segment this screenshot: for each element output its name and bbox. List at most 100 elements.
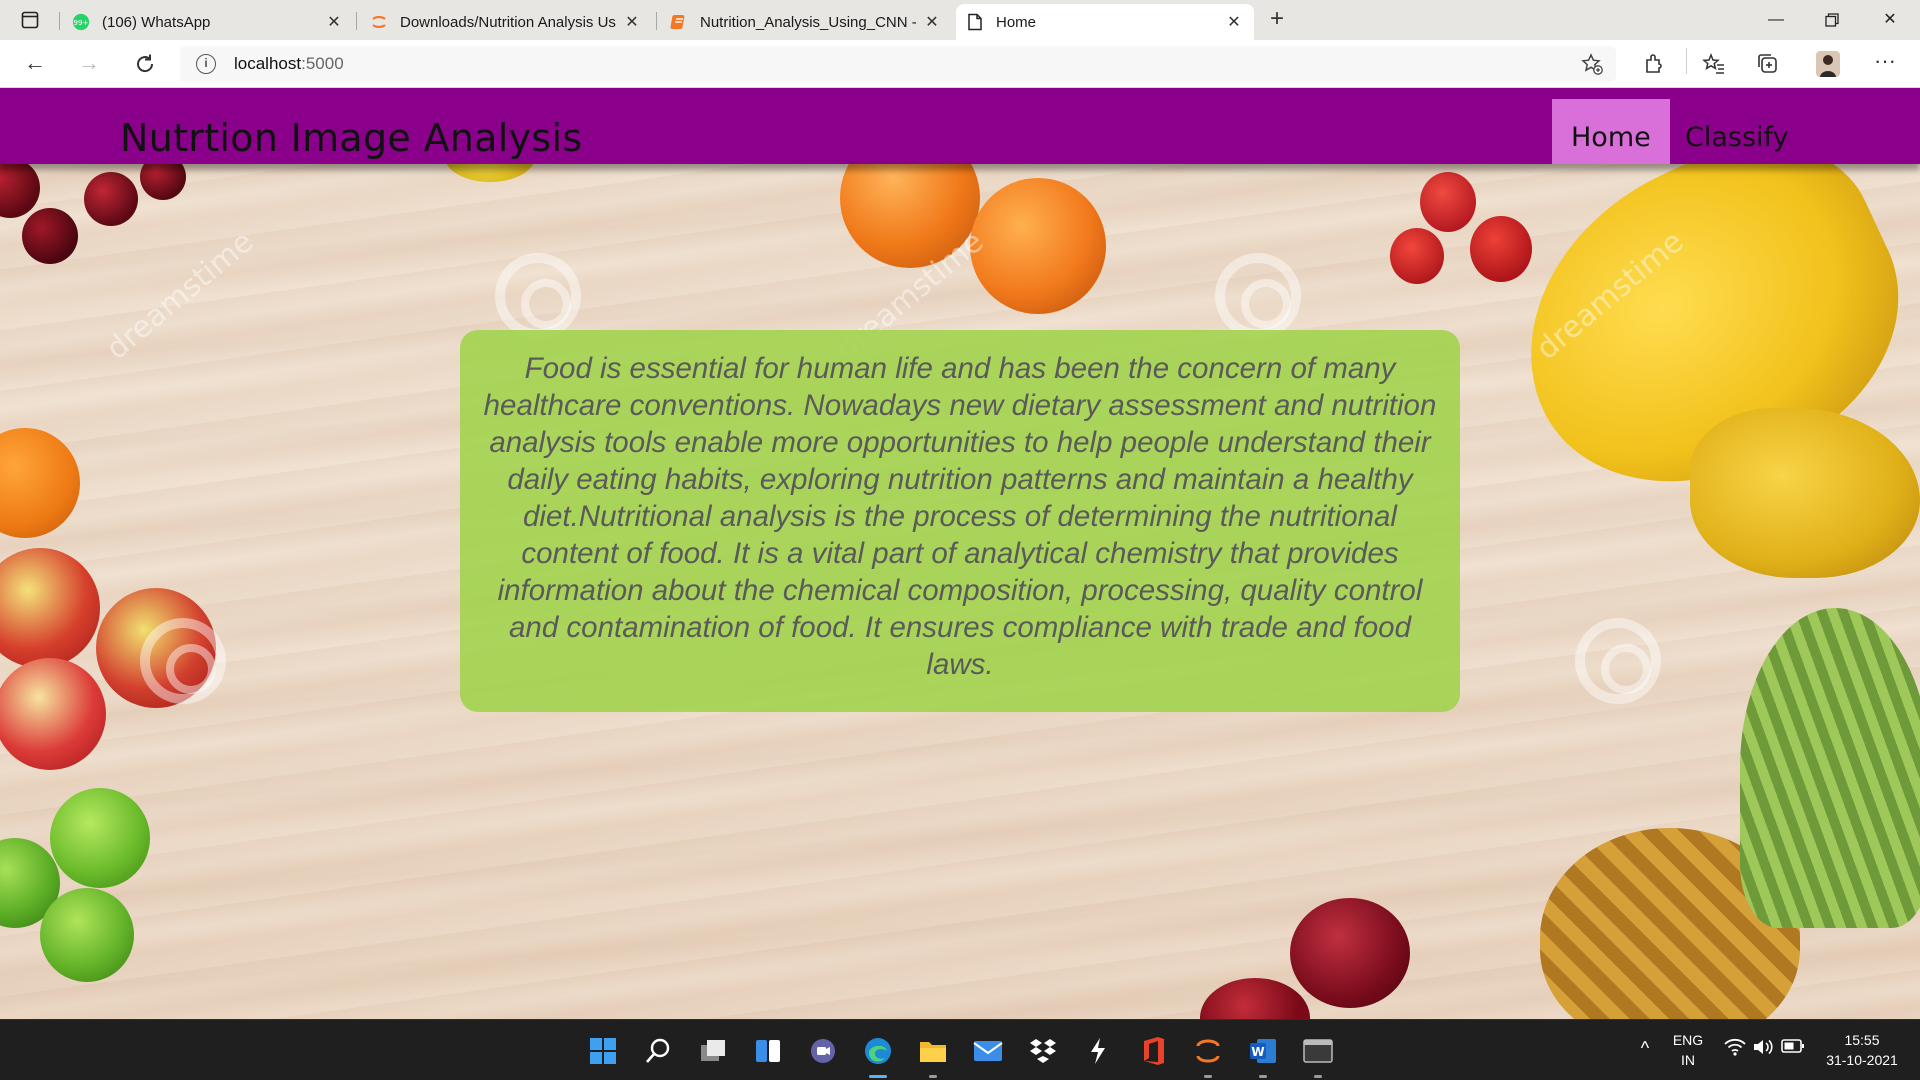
tab-home[interactable]: Home ✕ xyxy=(956,4,1254,40)
description-box: Food is essential for human life and has… xyxy=(460,330,1460,712)
tab-title: Downloads/Nutrition Analysis Us xyxy=(400,13,616,31)
cherry-image xyxy=(0,158,40,218)
close-tab-icon[interactable]: ✕ xyxy=(922,12,942,32)
clock[interactable]: 15:55 31-10-2021 xyxy=(1818,1030,1906,1070)
running-indicator xyxy=(1314,1075,1322,1078)
tab-downloads[interactable]: Downloads/Nutrition Analysis Us ✕ xyxy=(360,4,652,40)
collections-icon[interactable] xyxy=(1756,52,1782,78)
site-info-icon[interactable]: i xyxy=(196,54,216,74)
url-text[interactable]: localhost:5000 xyxy=(234,54,344,74)
watermark-logo xyxy=(1575,618,1661,704)
favorites-icon[interactable] xyxy=(1702,52,1728,78)
page-icon xyxy=(966,13,984,31)
tab-separator xyxy=(356,12,357,30)
nav-classify-link[interactable]: Classify xyxy=(1666,99,1808,164)
banana-image xyxy=(1690,408,1920,578)
new-tab-button[interactable]: + xyxy=(1262,7,1292,32)
tab-title: (106) WhatsApp xyxy=(102,13,211,31)
volume-icon[interactable] xyxy=(1750,1038,1776,1061)
clock-date: 31-10-2021 xyxy=(1826,1052,1898,1068)
office-icon[interactable] xyxy=(1136,1034,1170,1068)
address-bar[interactable]: i localhost:5000 xyxy=(180,46,1616,82)
more-menu-icon[interactable]: ··· xyxy=(1872,50,1898,78)
watermark-logo xyxy=(495,253,581,339)
browser-tab-strip: 99+ (106) WhatsApp ✕ Downloads/Nutrition… xyxy=(0,0,1920,40)
show-hidden-icons-icon[interactable]: ^ xyxy=(1634,1038,1656,1058)
tab-separator xyxy=(656,12,657,30)
plum-image xyxy=(1200,978,1310,1019)
profile-avatar[interactable] xyxy=(1814,49,1842,79)
whatsapp-icon: 99+ xyxy=(72,13,90,31)
nav-home-link[interactable]: Home xyxy=(1552,99,1670,164)
battery-icon[interactable] xyxy=(1780,1038,1806,1059)
forward-button[interactable]: → xyxy=(74,50,104,78)
search-icon[interactable] xyxy=(641,1034,675,1068)
clock-time: 15:55 xyxy=(1844,1032,1880,1048)
lime-image xyxy=(40,888,134,982)
url-port: :5000 xyxy=(301,54,344,73)
running-indicator xyxy=(929,1075,937,1078)
strawberry-image xyxy=(1470,216,1532,282)
running-indicator xyxy=(1259,1075,1267,1078)
pineapple-leaves-image xyxy=(1740,608,1920,928)
close-tab-icon[interactable]: ✕ xyxy=(1224,12,1244,32)
url-host: localhost xyxy=(234,54,302,73)
cherry-image xyxy=(22,208,78,264)
lime-image xyxy=(50,788,150,888)
tab-separator xyxy=(59,12,60,30)
jupyter-notebook-icon xyxy=(670,13,688,31)
strawberry-image xyxy=(1390,228,1444,284)
minimize-button[interactable]: — xyxy=(1756,6,1796,34)
language-indicator[interactable]: ENG IN xyxy=(1664,1030,1712,1070)
close-window-button[interactable]: ✕ xyxy=(1870,6,1910,34)
wifi-icon[interactable] xyxy=(1722,1038,1748,1061)
dropbox-icon[interactable] xyxy=(1026,1034,1060,1068)
watermark-logo xyxy=(1215,253,1301,339)
plum-image xyxy=(1290,898,1410,1008)
watermark-logo xyxy=(140,618,226,704)
edge-icon[interactable] xyxy=(861,1034,895,1078)
site-brand[interactable]: Nutrtion Image Analysis xyxy=(120,116,582,160)
refresh-icon[interactable] xyxy=(130,50,160,78)
tab-title: Nutrition_Analysis_Using_CNN - xyxy=(700,13,917,31)
terminal-icon[interactable] xyxy=(1301,1034,1335,1078)
toolbar-divider xyxy=(1686,48,1687,74)
region-code: IN xyxy=(1681,1052,1695,1068)
tab-notebook[interactable]: Nutrition_Analysis_Using_CNN - ✕ xyxy=(660,4,952,40)
browser-toolbar: ← → i localhost:5000 ··· xyxy=(0,40,1920,88)
tab-actions-icon[interactable] xyxy=(12,8,48,32)
add-favorite-icon[interactable] xyxy=(1580,52,1604,76)
apple-image xyxy=(0,548,100,668)
active-indicator xyxy=(869,1075,887,1078)
back-button[interactable]: ← xyxy=(20,50,50,78)
strawberry-image xyxy=(1420,172,1476,232)
widgets-icon[interactable] xyxy=(751,1034,785,1068)
tab-whatsapp[interactable]: 99+ (106) WhatsApp ✕ xyxy=(62,4,354,40)
mail-icon[interactable] xyxy=(971,1034,1005,1068)
svg-text:W: W xyxy=(1251,1045,1264,1059)
description-text: Food is essential for human life and has… xyxy=(483,352,1437,681)
whatsapp-badge: 99+ xyxy=(73,18,88,27)
app-icon[interactable] xyxy=(1081,1034,1115,1068)
tab-title: Home xyxy=(996,13,1037,31)
language-code: ENG xyxy=(1672,1032,1704,1048)
running-indicator xyxy=(1204,1075,1212,1078)
windows-start-icon[interactable] xyxy=(586,1034,620,1068)
restore-button[interactable] xyxy=(1812,6,1852,34)
file-explorer-icon[interactable] xyxy=(916,1034,950,1078)
watermark-text: dreamstime xyxy=(99,224,261,367)
teams-chat-icon[interactable] xyxy=(806,1034,840,1068)
taskbar: W ^ ENG IN 15:55 31-10-2021 xyxy=(0,1019,1920,1080)
jupyter-icon[interactable] xyxy=(1191,1034,1225,1078)
site-navbar: Nutrtion Image Analysis Home Classify xyxy=(0,88,1920,164)
orange-image xyxy=(970,178,1106,314)
task-view-icon[interactable] xyxy=(696,1034,730,1068)
orange-image xyxy=(0,428,80,538)
jupyter-icon xyxy=(370,13,388,31)
close-tab-icon[interactable]: ✕ xyxy=(324,12,344,32)
web-page: dreamstime dreamstime dreamstime Nutrtio… xyxy=(0,88,1920,1019)
word-icon[interactable]: W xyxy=(1246,1034,1280,1078)
extensions-icon[interactable] xyxy=(1642,52,1668,78)
cherry-image xyxy=(84,172,138,226)
close-tab-icon[interactable]: ✕ xyxy=(622,12,642,32)
